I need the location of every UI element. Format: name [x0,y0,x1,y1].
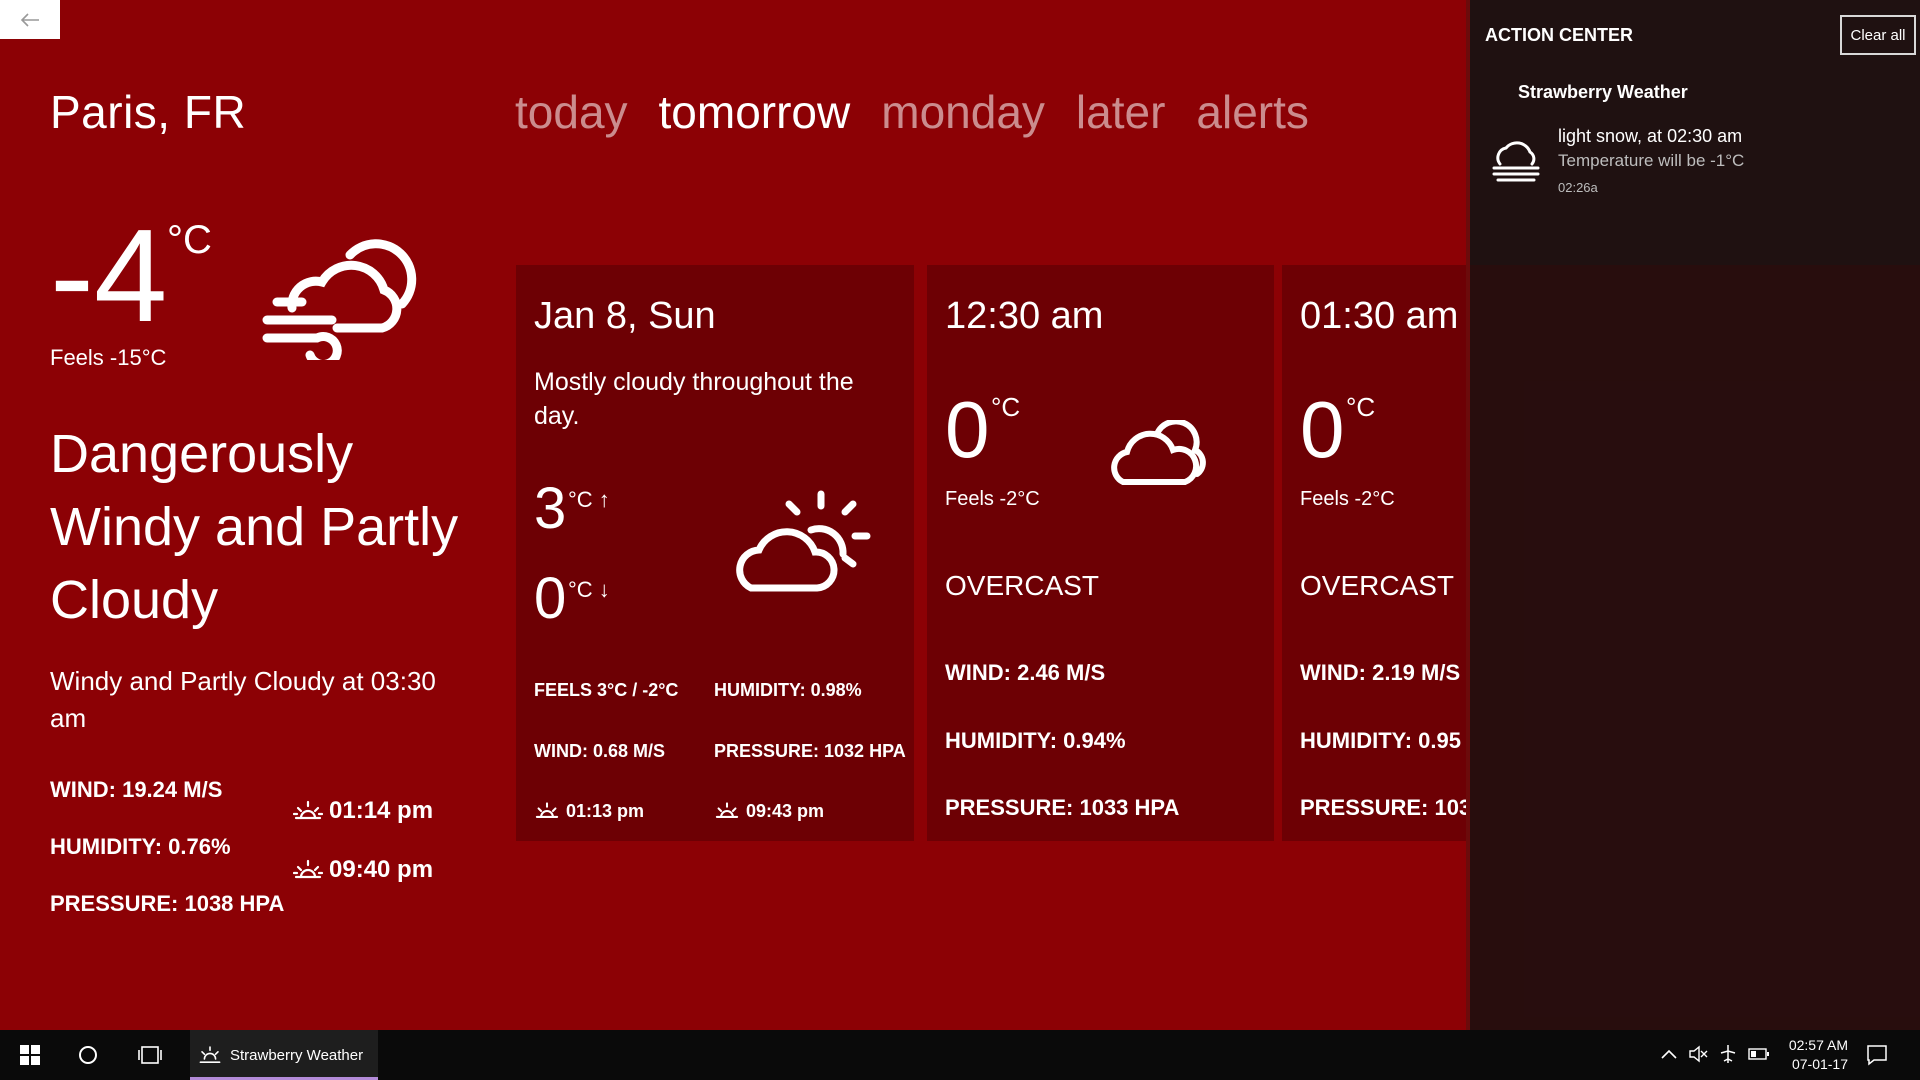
tab-monday[interactable]: monday [881,85,1045,139]
hour-forecast-card[interactable]: 12:30 am 0 °C Feels -2°C OVERCAST WIND: … [927,265,1274,841]
notification-center-icon[interactable] [1866,1044,1888,1066]
day-card-sunset: 09:43 pm [714,800,824,822]
day-card-humidity: HUMIDITY: 0.98% [714,680,862,700]
taskbar: Strawberry Weather [0,1030,1920,1080]
current-sunset: 09:40 pm [293,856,433,884]
day-forecast-card[interactable]: Jan 8, Sun Mostly cloudy throughout the … [516,265,914,841]
current-sunset-time: 09:40 pm [329,856,434,883]
action-center-title: ACTION CENTER [1485,25,1633,45]
hour-card-temp: 0 [945,385,990,474]
partly-cloudy-icon [736,490,871,592]
hour-card-unit: °C [1346,392,1376,422]
tab-tomorrow[interactable]: tomorrow [659,85,851,139]
hour-card-feels: Feels -2°C [1300,488,1395,510]
hour-card-unit: °C [991,392,1021,422]
day-card-date: Jan 8, Sun [534,295,716,337]
current-condition: Dangerously Windy and Partly Cloudy [50,424,459,630]
notification-title[interactable]: light snow, at 02:30 am [1558,126,1742,147]
volume-muted-icon[interactable] [1688,1045,1708,1063]
tab-today[interactable]: today [515,85,628,139]
notification-time: 02:26a [1558,180,1598,195]
tab-later[interactable]: later [1076,85,1165,139]
taskbar-clock[interactable]: 02:57 AM 07-01-17 [1768,1036,1848,1074]
day-card-pressure: PRESSURE: 1032 HPA [714,741,906,761]
hour-card-time: 12:30 am [945,295,1104,337]
hour-card-temp: 0 [1300,385,1345,474]
hour-card-humidity: HUMIDITY: 0.94% [945,728,1126,753]
sunrise-icon [535,802,559,818]
sunset-icon [715,802,739,818]
day-card-sunset-time: 09:43 pm [746,800,825,821]
forecast-tabs: today tomorrow monday later alerts [515,85,1309,139]
day-card-sunrise-time: 01:13 pm [566,800,645,821]
city-name: Paris, FR [50,86,247,138]
taskbar-app-label: Strawberry Weather [230,1046,364,1064]
notification-app-name[interactable]: Strawberry Weather [1518,82,1688,103]
hour-card-pressure: PRESSURE: 1033 [1300,795,1470,820]
day-card-sunrise: 01:13 pm [534,800,644,822]
hour-card-condition: OVERCAST [945,570,1100,601]
arrow-left-icon [20,12,39,27]
task-view-icon[interactable] [138,1045,162,1065]
day-card-high: 3 [534,476,567,541]
hour-card-wind: WIND: 2.46 M/S [945,660,1106,685]
tab-alerts[interactable]: alerts [1196,85,1308,139]
snow-cloud-icon [1492,141,1540,182]
hour-forecast-card[interactable]: 01:30 am 0 °C Feels -2°C OVERCAST WIND: … [1282,265,1470,841]
back-button[interactable] [0,0,60,39]
current-feels-like: Feels -15°C [50,345,167,370]
current-humidity: HUMIDITY: 0.76% [50,834,231,859]
current-sunrise-time: 01:14 pm [329,797,434,824]
weather-app-icon [199,1046,221,1063]
hour-card-feels: Feels -2°C [945,488,1040,510]
cloud-icon [1111,420,1206,485]
day-card-feels: FEELS 3°C / -2°C [534,680,679,700]
windows-start-icon[interactable] [20,1045,40,1065]
hour-card-time: 01:30 am [1300,295,1459,337]
day-card-low-unit: °C ↓ [568,577,610,602]
current-pressure: PRESSURE: 1038 HPA [50,891,285,916]
day-card-wind: WIND: 0.68 M/S [534,741,666,761]
airplane-mode-icon[interactable] [1718,1044,1738,1064]
current-temperature-unit: °C [167,218,212,262]
hour-card-humidity: HUMIDITY: 0.95 [1300,728,1461,753]
taskbar-time: 02:57 AM [1788,1037,1848,1053]
current-temperature: -4 [50,202,168,349]
current-sunrise: 01:14 pm [293,797,433,825]
taskbar-date: 07-01-17 [1791,1056,1848,1072]
sunrise-icon [293,800,323,820]
notification-body: Temperature will be -1°C [1558,151,1745,170]
current-wind: WIND: 19.24 M/S [50,777,223,802]
cortana-icon[interactable] [78,1045,98,1065]
hour-card-wind: WIND: 2.19 M/S [1300,660,1461,685]
day-card-description: Mostly cloudy throughout the day. [534,368,854,430]
hour-card-pressure: PRESSURE: 1033 HPA [945,795,1180,820]
day-card-high-unit: °C ↑ [568,487,610,512]
sunset-icon [293,859,323,879]
current-summary: Windy and Partly Cloudy at 03:30 am [50,666,436,733]
taskbar-app-strawberry-weather[interactable]: Strawberry Weather [190,1030,378,1080]
windy-cloud-icon [262,239,417,360]
clear-all-button[interactable]: Clear all [1840,15,1916,55]
battery-icon[interactable] [1748,1047,1770,1061]
chevron-up-icon[interactable] [1660,1048,1678,1060]
day-card-low: 0 [534,566,567,631]
hour-card-condition: OVERCAST [1300,570,1455,601]
